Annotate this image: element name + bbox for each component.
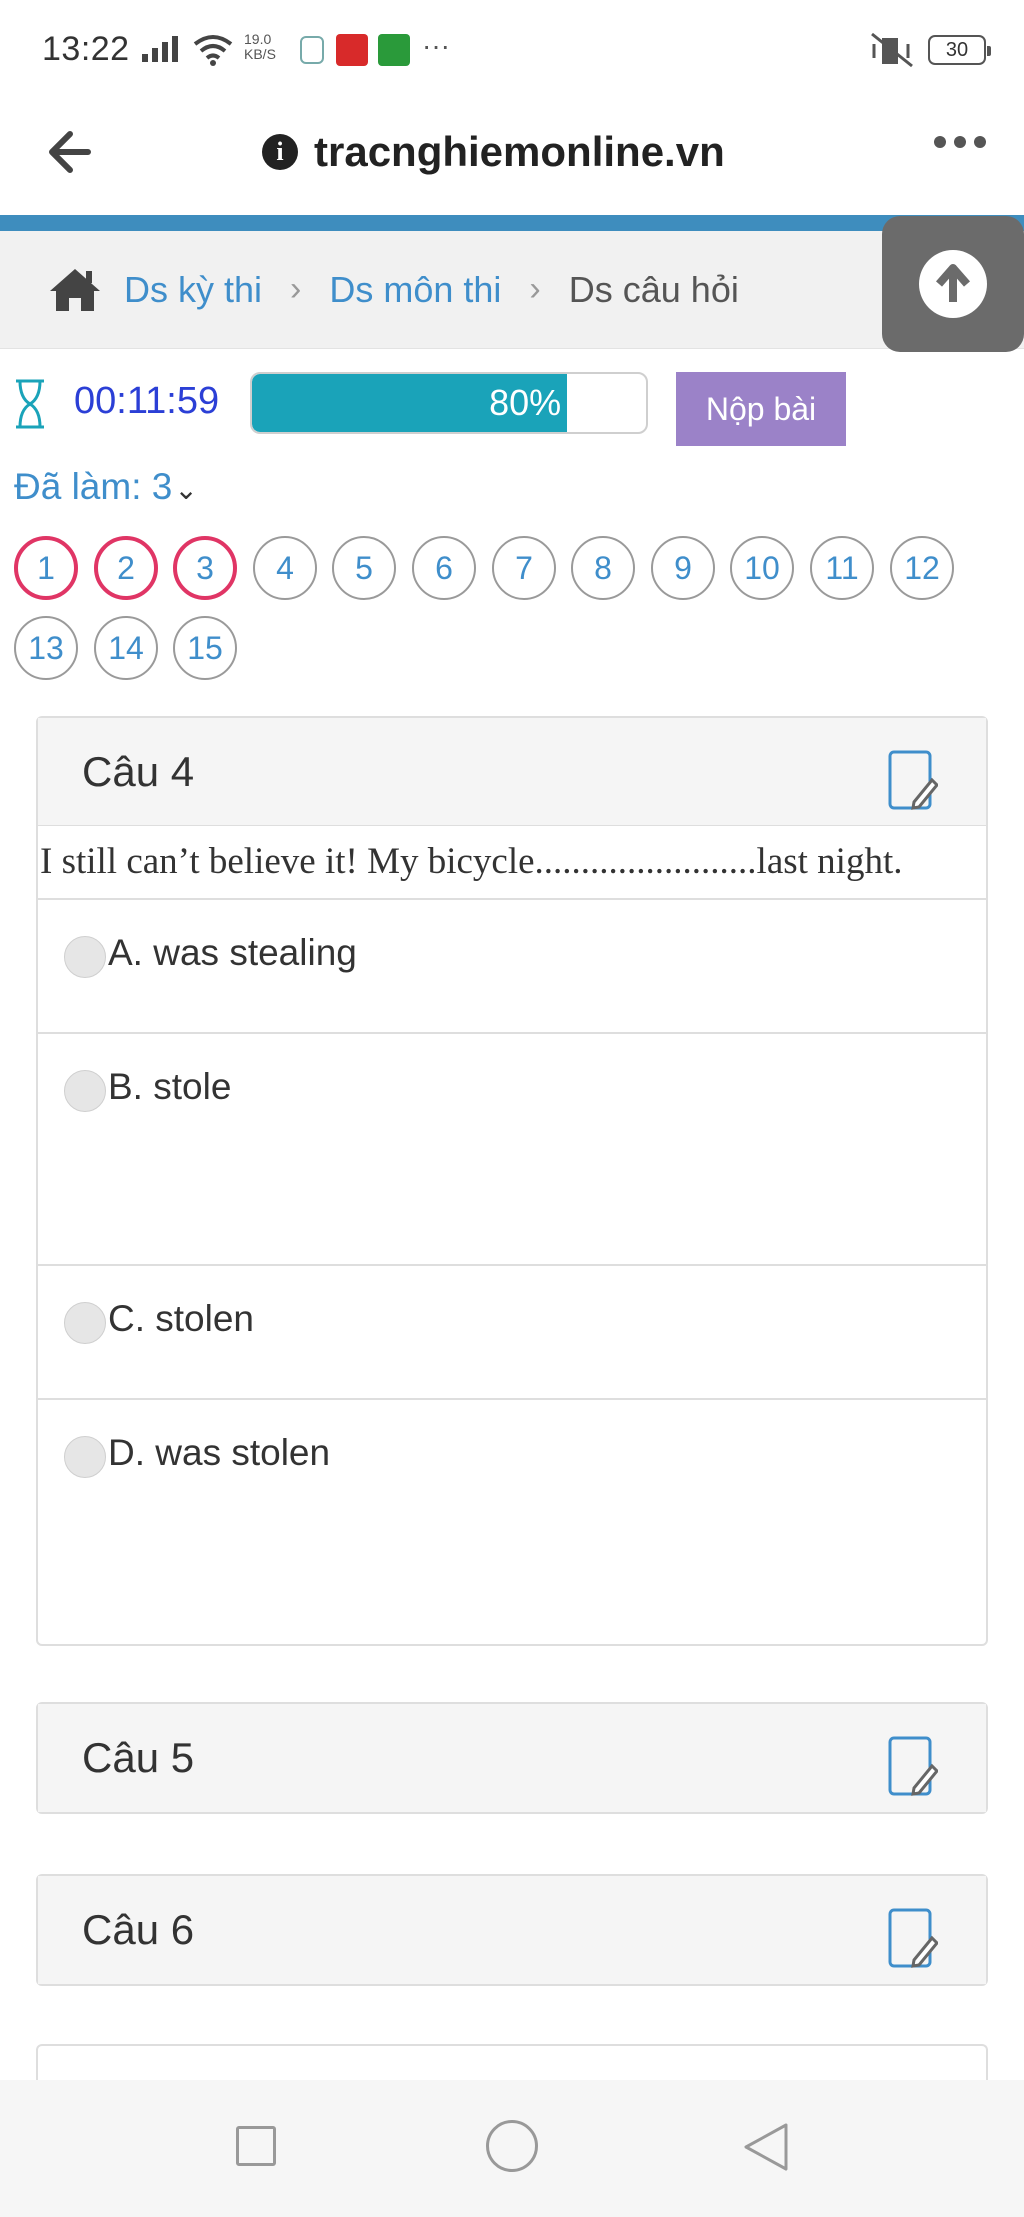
question-nav-15[interactable]: 15 <box>173 616 237 680</box>
header-stripe <box>0 215 1024 231</box>
question-nav-13[interactable]: 13 <box>14 616 78 680</box>
radio-button[interactable] <box>64 1070 106 1112</box>
store-app-icon <box>378 34 410 66</box>
back-triangle-icon[interactable] <box>742 2122 790 2172</box>
scroll-to-top-button[interactable] <box>882 216 1024 352</box>
recent-apps-icon[interactable] <box>236 2126 276 2166</box>
wifi-icon <box>193 35 233 66</box>
question-nav-6[interactable]: 6 <box>412 536 476 600</box>
breadcrumb-current: Ds câu hỏi <box>568 268 739 310</box>
breadcrumb-exams-link[interactable]: Ds kỳ thi <box>124 269 262 311</box>
question-text: I still can’t believe it! My bicycle....… <box>38 826 986 900</box>
breadcrumb-separator: › <box>290 270 302 308</box>
question-panel: Câu 4 I still can’t believe it! My bicyc… <box>36 716 988 1646</box>
question-nav-14[interactable]: 14 <box>94 616 158 680</box>
hourglass-icon <box>16 379 44 429</box>
question-nav-8[interactable]: 8 <box>571 536 635 600</box>
option-label: A. was stealing <box>108 932 357 973</box>
url-text: tracnghiemonline.vn <box>314 128 725 175</box>
question-title: Câu 6 <box>82 1906 195 1953</box>
radio-button[interactable] <box>64 1302 106 1344</box>
more-options-icon[interactable] <box>934 136 986 148</box>
option-label: C. stolen <box>108 1298 255 1339</box>
note-edit-icon[interactable] <box>888 1736 938 1798</box>
answer-option-d[interactable]: D. was stolen <box>38 1400 986 1590</box>
timer-row: 00:11:59 80% Nộp bài <box>0 372 1024 452</box>
progress-label: 80% <box>489 382 562 423</box>
question-nav-9[interactable]: 9 <box>651 536 715 600</box>
vibrate-mute-icon <box>871 32 913 68</box>
answered-count-label: Đã làm: 3 <box>14 466 173 507</box>
question-title: Câu 5 <box>82 1734 195 1781</box>
info-icon[interactable]: i <box>262 134 298 170</box>
radio-button[interactable] <box>64 1436 106 1478</box>
breadcrumb: Ds kỳ thi › Ds môn thi › Ds câu hỏi <box>0 231 1024 349</box>
answer-option-a[interactable]: A. was stealing <box>38 900 986 1034</box>
progress-bar: 80% <box>250 372 648 434</box>
countdown-timer: 00:11:59 <box>74 380 220 422</box>
home-icon[interactable] <box>48 267 102 313</box>
option-label: B. stole <box>108 1066 232 1107</box>
more-notifications: ··· <box>422 30 450 61</box>
question-nav-10[interactable]: 10 <box>730 536 794 600</box>
breadcrumb-separator: › <box>529 270 541 308</box>
chevron-down-icon: ⌄ <box>174 474 198 505</box>
app-notification-icon <box>300 36 324 64</box>
question-nav-2[interactable]: 2 <box>94 536 158 600</box>
net-speed: 19.0 KB/S <box>244 31 276 62</box>
question-header: Câu 5 <box>38 1704 986 1812</box>
browser-toolbar: i tracnghiemonline.vn <box>0 100 1024 215</box>
status-bar: 13:22 19.0 KB/S ··· 30 <box>0 0 1024 100</box>
question-nav-3[interactable]: 3 <box>173 536 237 600</box>
question-nav-11[interactable]: 11 <box>810 536 874 600</box>
question-header: Câu 6 <box>38 1876 986 1984</box>
news-app-icon <box>336 34 368 66</box>
progress-fill: 80% <box>252 374 568 432</box>
question-header: Câu 4 <box>38 718 986 826</box>
question-panel[interactable]: Câu 5 <box>36 1702 988 1814</box>
home-button-icon[interactable] <box>486 2120 538 2172</box>
question-nav-5[interactable]: 5 <box>332 536 396 600</box>
option-label: D. was stolen <box>108 1432 331 1473</box>
question-title: Câu 4 <box>82 747 195 795</box>
address-bar[interactable]: i tracnghiemonline.vn <box>262 122 725 182</box>
answer-option-c[interactable]: C. stolen <box>38 1266 986 1400</box>
question-nav-12[interactable]: 12 <box>890 536 954 600</box>
back-arrow-icon[interactable] <box>40 122 100 182</box>
question-nav-7[interactable]: 7 <box>492 536 556 600</box>
submit-button[interactable]: Nộp bài <box>676 372 846 446</box>
battery-indicator: 30 <box>928 35 991 65</box>
answered-count-toggle[interactable]: Đã làm: 3⌄ <box>14 466 198 508</box>
note-edit-icon[interactable] <box>888 750 938 812</box>
arrow-up-icon <box>935 264 971 302</box>
system-navigation-bar <box>0 2080 1024 2217</box>
note-edit-icon[interactable] <box>888 1908 938 1970</box>
status-time: 13:22 <box>42 30 130 68</box>
question-panel[interactable]: Câu 6 <box>36 1874 988 1986</box>
answer-option-b[interactable]: B. stole <box>38 1034 986 1266</box>
radio-button[interactable] <box>64 936 106 978</box>
question-nav-4[interactable]: 4 <box>253 536 317 600</box>
signal-icon <box>142 36 178 62</box>
breadcrumb-subjects-link[interactable]: Ds môn thi <box>329 269 501 311</box>
question-nav-1[interactable]: 1 <box>14 536 78 600</box>
